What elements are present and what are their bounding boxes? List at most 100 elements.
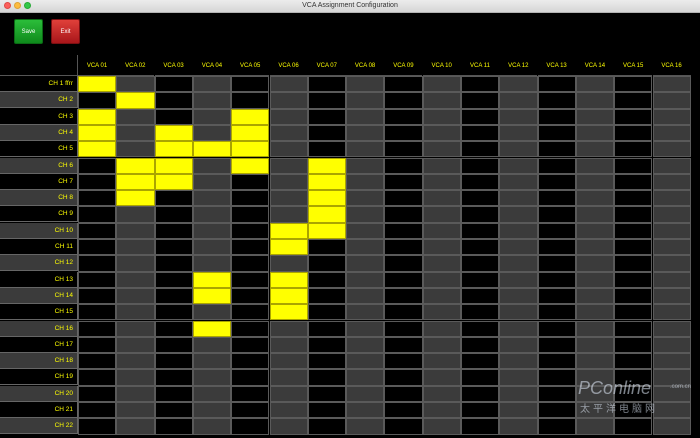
assignment-cell[interactable] [499,402,538,419]
assignment-cell[interactable] [652,353,691,370]
assignment-cell[interactable] [614,108,653,125]
assignment-cell[interactable] [499,141,538,158]
assignment-cell[interactable] [78,418,117,435]
assignment-cell[interactable] [422,320,461,337]
assignment-cell[interactable] [78,353,117,370]
exit-button[interactable]: Exit [51,19,80,44]
assignment-cell[interactable] [231,287,270,305]
assignment-cell[interactable] [231,418,270,435]
assignment-cell[interactable] [614,157,653,174]
save-button[interactable]: Save [14,19,43,44]
assignment-cell[interactable] [192,157,232,174]
assignment-cell[interactable] [116,320,155,337]
assignment-cell[interactable] [537,173,576,191]
assignment-cell[interactable] [461,206,500,223]
assignment-cell[interactable] [384,418,423,435]
assignment-cell[interactable] [154,385,193,402]
assignment-cell[interactable] [192,418,232,435]
assignment-cell[interactable] [269,255,308,272]
assignment-cell[interactable] [575,222,615,239]
assignment-cell[interactable] [537,108,576,125]
assignment-cell[interactable] [307,320,347,337]
assignment-cell[interactable] [575,92,615,109]
assignment-cell[interactable] [154,190,193,207]
assignment-cell[interactable] [307,369,347,386]
assignment-cell[interactable] [269,190,308,207]
assignment-cell[interactable] [422,418,461,435]
assignment-cell-on[interactable] [307,206,347,223]
assignment-cell[interactable] [461,108,500,125]
assignment-cell[interactable] [346,173,385,191]
assignment-cell[interactable] [499,206,538,223]
assignment-cell[interactable] [499,92,538,109]
assignment-cell[interactable] [537,255,576,272]
assignment-cell[interactable] [461,320,500,337]
assignment-cell[interactable] [192,108,232,125]
assignment-cell[interactable] [307,336,347,354]
assignment-cell[interactable] [307,255,347,272]
assignment-cell[interactable] [652,402,691,419]
assignment-cell[interactable] [537,369,576,386]
assignment-cell[interactable] [192,336,232,354]
assignment-cell[interactable] [614,336,653,354]
assignment-cell[interactable] [652,385,691,402]
assignment-cell[interactable] [192,92,232,109]
assignment-cell[interactable] [614,402,653,419]
assignment-cell[interactable] [154,108,193,125]
assignment-cell[interactable] [116,206,155,223]
assignment-cell[interactable] [231,239,270,256]
assignment-cell[interactable] [269,92,308,109]
assignment-cell-on[interactable] [154,124,193,142]
assignment-cell[interactable] [269,76,308,93]
assignment-cell[interactable] [231,222,270,239]
assignment-cell[interactable] [346,222,385,239]
assignment-cell[interactable] [116,222,155,239]
assignment-cell[interactable] [575,206,615,223]
assignment-cell[interactable] [116,336,155,354]
assignment-cell[interactable] [614,124,653,142]
assignment-cell[interactable] [384,353,423,370]
assignment-cell[interactable] [346,206,385,223]
assignment-cell[interactable] [384,206,423,223]
assignment-cell[interactable] [575,108,615,125]
assignment-cell[interactable] [116,255,155,272]
assignment-cell[interactable] [461,239,500,256]
assignment-cell[interactable] [231,320,270,337]
assignment-cell[interactable] [537,124,576,142]
assignment-cell[interactable] [231,255,270,272]
assignment-cell[interactable] [116,124,155,142]
assignment-cell[interactable] [537,271,576,288]
assignment-cell[interactable] [461,141,500,158]
assignment-cell-on[interactable] [231,157,270,174]
assignment-cell[interactable] [269,320,308,337]
assignment-cell[interactable] [422,271,461,288]
assignment-cell[interactable] [422,287,461,305]
assignment-cell[interactable] [461,157,500,174]
assignment-cell[interactable] [192,353,232,370]
assignment-cell-on[interactable] [231,124,270,142]
assignment-cell[interactable] [116,353,155,370]
assignment-cell[interactable] [537,418,576,435]
assignment-cell[interactable] [154,418,193,435]
assignment-cell[interactable] [499,239,538,256]
assignment-cell[interactable] [116,418,155,435]
assignment-cell[interactable] [384,157,423,174]
assignment-cell[interactable] [499,369,538,386]
assignment-cell[interactable] [461,124,500,142]
assignment-cell-on[interactable] [192,287,232,305]
assignment-cell[interactable] [614,239,653,256]
assignment-cell[interactable] [499,157,538,174]
assignment-cell[interactable] [192,385,232,402]
assignment-cell[interactable] [461,173,500,191]
assignment-cell-on[interactable] [78,124,117,142]
assignment-cell[interactable] [384,124,423,142]
assignment-cell[interactable] [575,304,615,321]
assignment-cell[interactable] [614,304,653,321]
assignment-cell[interactable] [78,239,117,256]
assignment-cell[interactable] [575,336,615,354]
assignment-cell-on[interactable] [269,287,308,305]
assignment-cell[interactable] [614,271,653,288]
assignment-cell[interactable] [192,255,232,272]
assignment-cell[interactable] [346,271,385,288]
assignment-cell[interactable] [499,304,538,321]
